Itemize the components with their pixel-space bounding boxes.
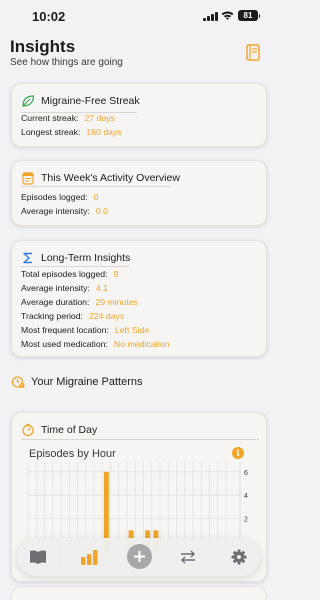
- used-medication-row: Most used medication: No medication: [21, 339, 169, 349]
- chart-title: Episodes by Hour: [29, 448, 116, 460]
- row-value: 4.1: [95, 283, 108, 293]
- average-intensity-row: Average intensity: 4.1: [21, 283, 108, 293]
- long-term-title: Long-Term Insights: [41, 252, 131, 264]
- weekly-card: This Week's Activity Overview Episodes l…: [11, 160, 267, 226]
- plus-icon: [134, 551, 145, 562]
- leaf-icon: [22, 95, 35, 107]
- book-open-icon[interactable]: [29, 549, 47, 565]
- frequent-location-row: Most frequent location: Left Side: [21, 325, 149, 335]
- row-label: Average intensity:: [21, 206, 90, 216]
- clock-warning-icon: [11, 376, 25, 389]
- row-value: 29 minutes: [95, 297, 138, 307]
- weekly-title: This Week's Activity Overview: [41, 172, 180, 184]
- average-intensity-row: Average intensity: 0.0: [21, 206, 108, 216]
- battery-icon: 81: [238, 10, 260, 21]
- divider: [21, 186, 171, 187]
- arrows-swap-icon[interactable]: [179, 549, 197, 565]
- episodes-logged-row: Episodes logged: 0: [21, 192, 99, 202]
- row-label: Average duration:: [21, 297, 90, 307]
- book-icon[interactable]: [245, 44, 261, 61]
- tracking-period-row: Tracking period: 224 days: [21, 311, 124, 321]
- total-episodes-row: Total episodes logged: 9: [21, 269, 118, 279]
- row-label: Episodes logged:: [21, 192, 88, 202]
- average-duration-row: Average duration: 29 minutes: [21, 297, 138, 307]
- y-tick-label: 6: [244, 470, 248, 477]
- next-card-peek: [0, 586, 277, 600]
- row-value: No medication: [113, 339, 170, 349]
- row-label: Most used medication:: [21, 339, 108, 349]
- row-value: 224 days: [88, 311, 125, 321]
- y-tick-label: 4: [244, 493, 248, 500]
- row-value: Left Side: [114, 325, 150, 335]
- status-bar: 10:02 81: [0, 0, 277, 32]
- row-label: Total episodes logged:: [21, 269, 108, 279]
- long-term-card: Long-Term Insights Total episodes logged…: [11, 240, 267, 357]
- gear-icon[interactable]: [230, 549, 248, 565]
- sigma-icon: [23, 252, 32, 264]
- divider: [21, 266, 129, 267]
- page-subtitle: See how things are going: [10, 57, 123, 68]
- wifi-icon: [221, 11, 234, 20]
- row-value: 0: [93, 192, 99, 202]
- streak-title: Migraine-Free Streak: [41, 95, 140, 107]
- longest-streak-row: Longest streak: 160 days: [21, 127, 122, 137]
- cellular-signal-icon: [203, 12, 218, 21]
- timer-icon: [22, 423, 34, 437]
- row-value: 160 days: [86, 127, 122, 137]
- calendar-icon: [22, 172, 34, 185]
- y-tick-label: 2: [244, 517, 248, 524]
- row-label: Current streak:: [21, 113, 79, 123]
- info-icon[interactable]: i: [232, 447, 244, 459]
- row-label: Average intensity:: [21, 283, 90, 293]
- divider: [21, 439, 259, 440]
- streak-card: Migraine-Free Streak Current streak: 27 …: [11, 83, 267, 147]
- status-time: 10:02: [32, 9, 66, 24]
- patterns-heading: Your Migraine Patterns: [11, 375, 143, 389]
- row-value: 27 days: [84, 113, 115, 123]
- bar-chart-icon[interactable]: [80, 549, 98, 565]
- row-label: Most frequent location:: [21, 325, 109, 335]
- time-of-day-title: Time of Day: [41, 424, 98, 436]
- row-value: 9: [113, 269, 119, 279]
- add-button[interactable]: [127, 544, 152, 569]
- row-label: Tracking period:: [21, 311, 83, 321]
- row-value: 0.0: [95, 206, 108, 216]
- current-streak-row: Current streak: 27 days: [21, 113, 115, 123]
- tab-bar: [17, 538, 260, 576]
- row-label: Longest streak:: [21, 127, 81, 137]
- patterns-title: Your Migraine Patterns: [31, 376, 143, 388]
- page-title: Insights: [10, 37, 76, 56]
